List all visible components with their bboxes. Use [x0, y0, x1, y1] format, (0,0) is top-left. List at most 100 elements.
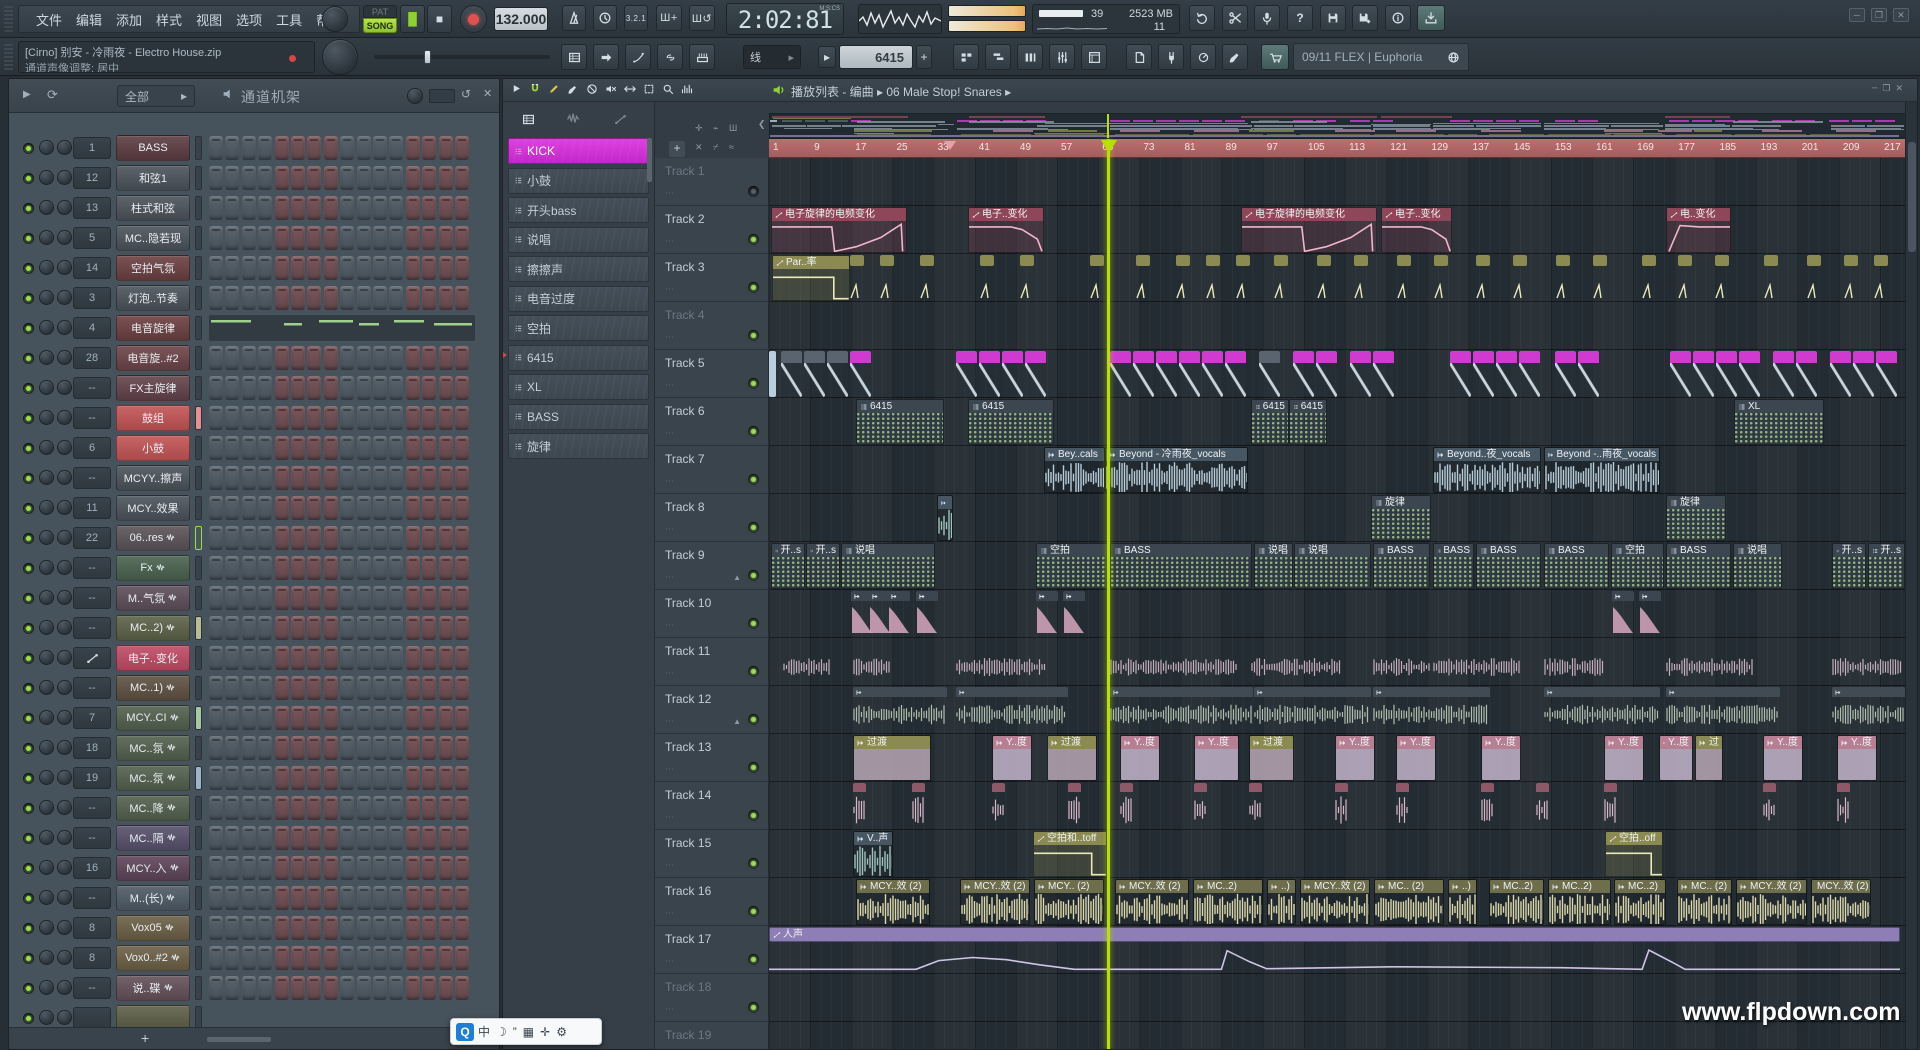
pl-delete-icon[interactable] — [586, 83, 598, 95]
step-cell[interactable] — [455, 586, 469, 610]
step-cell[interactable] — [307, 796, 321, 820]
step-cell[interactable] — [324, 436, 338, 460]
ime-button-0[interactable]: 中 — [478, 1023, 490, 1041]
step-cell[interactable] — [307, 496, 321, 520]
channel-volume-knob[interactable] — [57, 830, 72, 845]
step-cell[interactable] — [324, 556, 338, 580]
step-cell[interactable] — [258, 796, 272, 820]
audio-segment[interactable] — [1832, 687, 1905, 733]
channel-target-number[interactable]: 12 — [73, 167, 111, 189]
block-clip[interactable] — [769, 351, 776, 397]
track-options-dots[interactable]: ⋯ — [665, 812, 676, 823]
step-cell[interactable] — [291, 646, 305, 670]
step-cell[interactable] — [324, 826, 338, 850]
step-cell[interactable] — [406, 166, 420, 190]
track-options-dots[interactable]: ⋯ — [665, 524, 676, 535]
step-cell[interactable] — [225, 466, 239, 490]
step-cell[interactable] — [439, 346, 453, 370]
step-cell[interactable] — [324, 706, 338, 730]
audio-clip[interactable]: MC..2) — [1614, 879, 1666, 925]
channel-selector-strip[interactable] — [195, 916, 202, 940]
channel-pan-knob[interactable] — [39, 680, 54, 695]
channel-target-number[interactable]: -- — [73, 887, 111, 909]
mini-audio-clip[interactable] — [1837, 783, 1850, 829]
section-clip[interactable]: 过渡 — [853, 735, 931, 781]
step-cell[interactable] — [422, 496, 436, 520]
rack-play-icon[interactable]: ▶ — [23, 89, 31, 100]
step-cell[interactable] — [242, 796, 256, 820]
block-clip[interactable] — [1202, 351, 1223, 397]
channel-selector-strip[interactable] — [195, 286, 202, 310]
channel-target-number[interactable]: 5 — [73, 227, 111, 249]
step-cell[interactable] — [406, 976, 420, 1000]
pattern-item[interactable]: 小鼓 — [508, 168, 649, 194]
channel-pan-knob[interactable] — [39, 740, 54, 755]
step-cell[interactable] — [242, 886, 256, 910]
step-cell[interactable] — [357, 376, 371, 400]
channel-mute-led[interactable] — [23, 803, 34, 814]
step-cell[interactable] — [357, 826, 371, 850]
track-mute-led[interactable] — [748, 330, 759, 341]
save-icon[interactable] — [1320, 5, 1346, 31]
bpm-display[interactable]: 132.000 — [494, 7, 548, 31]
help-icon[interactable]: ? — [1287, 5, 1313, 31]
step-cell[interactable] — [455, 766, 469, 790]
step-cell[interactable] — [275, 346, 289, 370]
audio-clip[interactable]: MCY..效 (2) — [856, 879, 930, 925]
channel-target-number[interactable]: 3 — [73, 287, 111, 309]
step-cell[interactable] — [324, 526, 338, 550]
step-cell[interactable] — [291, 586, 305, 610]
track-options-dots[interactable]: ⋯ — [665, 572, 676, 583]
channel-selector-strip[interactable] — [195, 346, 202, 370]
channel-mute-led[interactable] — [23, 923, 34, 934]
typing-keyboard-button[interactable]: Ш+ — [656, 5, 682, 31]
step-cell[interactable] — [275, 826, 289, 850]
block-clip[interactable] — [804, 351, 825, 397]
fade-clip[interactable] — [888, 591, 910, 637]
step-cell[interactable] — [422, 406, 436, 430]
channel-button[interactable]: 柱式和弦 — [116, 195, 190, 221]
step-cell[interactable] — [275, 616, 289, 640]
channel-pan-knob[interactable] — [39, 170, 54, 185]
step-cell[interactable] — [209, 736, 223, 760]
audio-segment[interactable] — [853, 687, 947, 733]
track-options-dots[interactable]: ⋯ — [665, 332, 676, 343]
automation-spike-clip[interactable] — [1556, 255, 1570, 301]
step-cell[interactable] — [389, 916, 403, 940]
pattern-item[interactable]: 6415 — [508, 345, 649, 371]
channel-pan-knob[interactable] — [39, 920, 54, 935]
step-cell[interactable] — [439, 256, 453, 280]
step-cell[interactable] — [357, 166, 371, 190]
channel-button[interactable]: MCY..入 — [116, 855, 190, 881]
step-cell[interactable] — [439, 526, 453, 550]
channel-pan-knob[interactable] — [39, 290, 54, 305]
step-cell[interactable] — [439, 646, 453, 670]
step-cell[interactable] — [455, 946, 469, 970]
step-cell[interactable] — [455, 526, 469, 550]
channel-volume-knob[interactable] — [57, 410, 72, 425]
step-cell[interactable] — [389, 646, 403, 670]
channel-target-number[interactable] — [73, 1007, 111, 1029]
audio-segment[interactable] — [956, 687, 1068, 733]
step-cell[interactable] — [439, 196, 453, 220]
step-cell[interactable] — [291, 406, 305, 430]
channel-selector-strip[interactable] — [195, 766, 202, 790]
ime-toolbar[interactable]: Q 中☽”▦✛⚙ — [450, 1018, 602, 1045]
channel-target-number[interactable]: 8 — [73, 917, 111, 939]
channel-volume-knob[interactable] — [57, 170, 72, 185]
step-cell[interactable] — [307, 856, 321, 880]
save-as-icon[interactable] — [1352, 5, 1378, 31]
step-cell[interactable] — [324, 766, 338, 790]
channel-button[interactable]: 空拍气氛 — [116, 255, 190, 281]
step-cell[interactable] — [291, 976, 305, 1000]
channel-selector-strip[interactable] — [195, 856, 202, 880]
track-header[interactable]: Track 4⋯ — [655, 302, 769, 350]
step-cell[interactable] — [357, 226, 371, 250]
info-icon[interactable] — [1385, 5, 1411, 31]
pattern-item[interactable]: KICK — [508, 138, 649, 164]
step-cell[interactable] — [389, 736, 403, 760]
channel-pan-knob[interactable] — [39, 650, 54, 665]
pattern-item[interactable]: 旋律 — [508, 433, 649, 459]
channel-volume-knob[interactable] — [57, 530, 72, 545]
automation-spike-clip[interactable] — [1642, 255, 1656, 301]
